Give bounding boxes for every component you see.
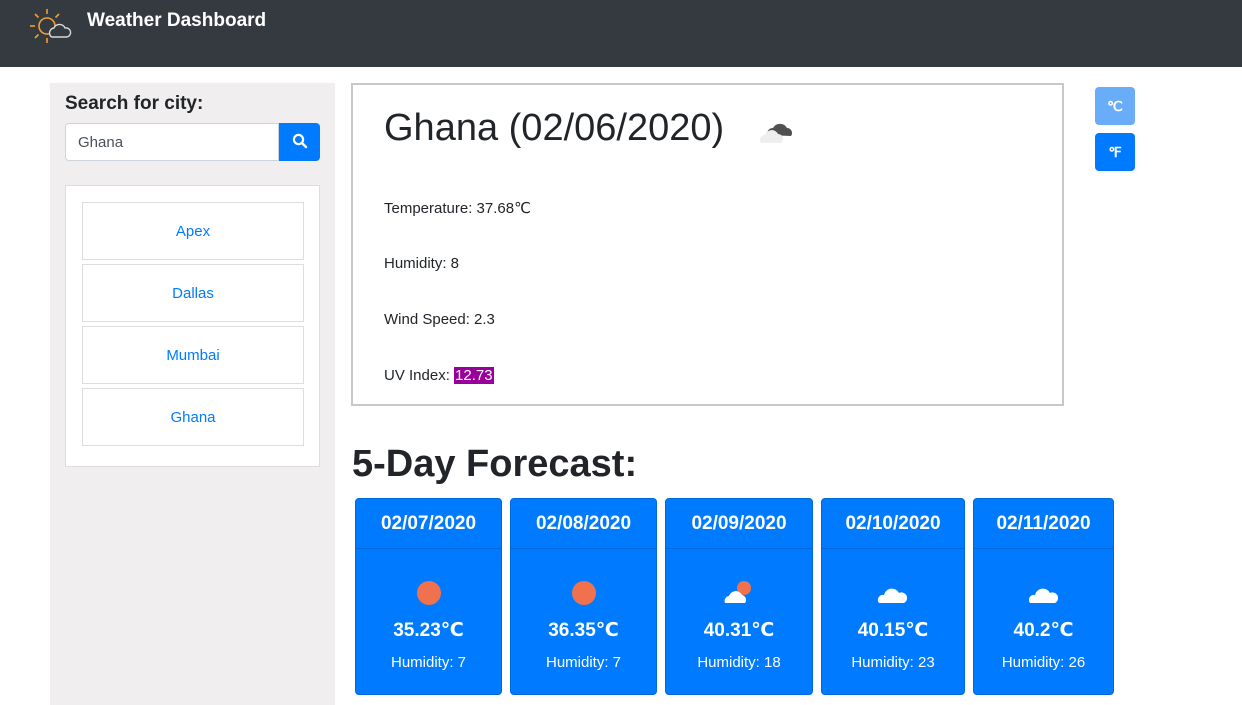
forecast-temp: 36.35℃: [548, 620, 619, 641]
search-button[interactable]: [279, 123, 320, 161]
app-title: Weather Dashboard: [87, 10, 267, 31]
forecast-card: 02/10/2020 40.15℃ Humidity: 23: [821, 498, 965, 695]
search-label: Search for city:: [65, 93, 204, 114]
current-city-title: Ghana (02/06/2020): [384, 107, 725, 149]
broken-clouds-icon: [757, 115, 799, 147]
forecast-card: 02/11/2020 40.2℃ Humidity: 26: [973, 498, 1114, 695]
forecast-date: 02/09/2020: [666, 499, 812, 549]
fahrenheit-button[interactable]: ℉: [1095, 133, 1135, 171]
sun-icon: [567, 579, 601, 607]
navbar: Weather Dashboard: [0, 0, 1242, 67]
forecast-date: 02/07/2020: [356, 499, 501, 549]
uv-index-label: UV Index:: [384, 367, 455, 384]
forecast-humidity: Humidity: 23: [851, 654, 935, 671]
uv-index-row: UV Index: 12.73: [384, 367, 494, 384]
forecast-date: 02/10/2020: [822, 499, 964, 549]
forecast-heading: 5-Day Forecast:: [352, 443, 638, 485]
search-icon: [292, 133, 308, 152]
wind-speed-text: Wind Speed: 2.3: [384, 311, 495, 328]
forecast-temp: 40.15℃: [857, 620, 929, 641]
forecast-temp: 40.31℃: [703, 620, 775, 641]
sun-cloud-logo-icon: [30, 5, 74, 47]
history-item-dallas[interactable]: Dallas: [82, 264, 304, 322]
forecast-card: 02/07/2020 35.23℃ Humidity: 7: [355, 498, 502, 695]
forecast-card: 02/09/2020 40.31℃ Humidity: 18: [665, 498, 813, 695]
current-weather-card: Ghana (02/06/2020) Temperature: 37.68℃ H…: [351, 83, 1064, 406]
celsius-button[interactable]: ℃: [1095, 87, 1135, 125]
forecast-date: 02/11/2020: [974, 499, 1113, 549]
partly-cloudy-icon: [722, 579, 756, 607]
uv-index-badge: 12.73: [454, 367, 494, 384]
temperature-text: Temperature: 37.68℃: [384, 200, 531, 217]
forecast-date: 02/08/2020: [511, 499, 656, 549]
forecast-temp: 35.23℃: [393, 620, 464, 641]
forecast-humidity: Humidity: 26: [1001, 654, 1086, 671]
sidebar: Search for city: Apex Dallas Mumbai Ghan…: [50, 83, 335, 705]
history-item-ghana[interactable]: Ghana: [82, 388, 304, 446]
history-item-mumbai[interactable]: Mumbai: [82, 326, 304, 384]
forecast-humidity: Humidity: 7: [545, 654, 622, 671]
forecast-card: 02/08/2020 36.35℃ Humidity: 7: [510, 498, 657, 695]
humidity-text: Humidity: 8: [384, 255, 460, 272]
search-history-list: Apex Dallas Mumbai Ghana: [65, 185, 320, 467]
city-search-input[interactable]: [65, 123, 279, 161]
cloud-icon: [1027, 579, 1061, 607]
history-item-apex[interactable]: Apex: [82, 202, 304, 260]
forecast-humidity: Humidity: 18: [697, 654, 781, 671]
forecast-temp: 40.2℃: [1013, 620, 1074, 641]
sun-icon: [412, 579, 446, 607]
cloud-icon: [876, 579, 910, 607]
forecast-humidity: Humidity: 7: [390, 654, 467, 671]
